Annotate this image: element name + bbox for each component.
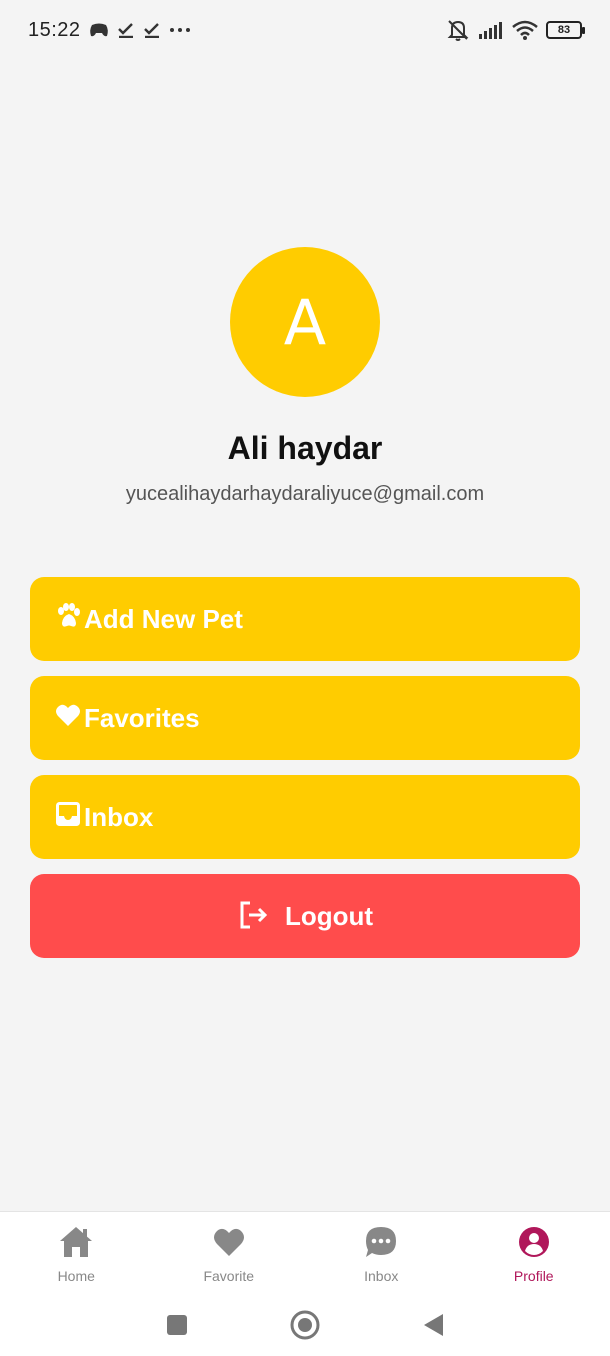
profile-name: Ali haydar <box>227 430 383 466</box>
heart-icon <box>211 1224 247 1260</box>
favorites-button[interactable]: Favorites <box>30 676 580 760</box>
logout-button[interactable]: Logout <box>30 874 580 958</box>
wifi-icon <box>512 20 538 40</box>
back-button[interactable] <box>421 1312 445 1343</box>
paw-icon <box>54 602 82 630</box>
status-time: 15:22 <box>28 18 81 41</box>
avatar-letter: A <box>283 285 327 359</box>
status-right: 83 <box>446 19 585 41</box>
chat-icon <box>363 1224 399 1260</box>
more-dots-icon <box>169 27 191 33</box>
favorites-label: Favorites <box>84 702 200 733</box>
recents-button[interactable] <box>165 1313 189 1342</box>
add-new-pet-button[interactable]: Add New Pet <box>30 577 580 661</box>
profile-email: yucealihaydarhaydaraliyuce@gmail.com <box>125 483 485 505</box>
home-system-button[interactable] <box>289 1309 321 1346</box>
logout-icon <box>237 899 269 931</box>
bottom-nav: Home Favorite Inbox Profile <box>0 1211 610 1299</box>
signal-icon <box>478 21 504 39</box>
nav-item-home[interactable]: Home <box>0 1212 153 1299</box>
avatar: A <box>230 247 380 397</box>
home-icon <box>58 1224 94 1260</box>
system-nav-bar <box>0 1299 610 1356</box>
check-icon <box>143 22 161 38</box>
nav-label-home: Home <box>57 1268 95 1284</box>
status-left: 15:22 <box>28 19 191 42</box>
logout-label: Logout <box>284 900 374 931</box>
inbox-label: Inbox <box>84 801 154 832</box>
nav-item-inbox[interactable]: Inbox <box>305 1212 458 1299</box>
nav-label-profile: Profile <box>513 1268 554 1284</box>
status-bar: 15:22 83 <box>0 0 610 60</box>
nav-label-inbox: Inbox <box>364 1268 399 1284</box>
nav-label-favorite: Favorite <box>203 1268 255 1284</box>
add-new-pet-label: Add New Pet <box>84 603 243 634</box>
mute-icon <box>446 19 470 41</box>
nav-item-favorite[interactable]: Favorite <box>153 1212 306 1299</box>
inbox-tray-icon <box>54 800 82 828</box>
battery-icon: 83 <box>546 21 585 39</box>
nav-item-profile[interactable]: Profile <box>458 1212 610 1299</box>
battery-level: 83 <box>557 24 571 36</box>
game-controller-icon <box>89 22 109 38</box>
inbox-button[interactable]: Inbox <box>30 775 580 859</box>
check-icon <box>117 22 135 38</box>
profile-icon <box>516 1224 552 1260</box>
heart-icon <box>54 701 82 729</box>
